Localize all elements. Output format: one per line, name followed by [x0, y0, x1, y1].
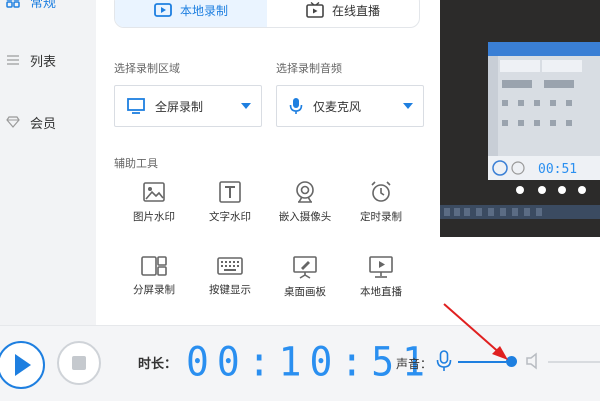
keyboard-icon: [217, 257, 243, 275]
list-icon: [7, 55, 19, 65]
preview-screenshot: 00:51: [440, 42, 600, 219]
speaker-volume-slider[interactable]: [548, 361, 600, 363]
sidebar-item-member[interactable]: 会员: [0, 107, 96, 137]
chevron-down-icon: [241, 103, 251, 109]
monitor-icon: [127, 98, 145, 114]
sidebar: 常规 列表 会员: [0, 0, 96, 325]
tab-local-record[interactable]: 本地录制: [115, 0, 267, 27]
tools-section-label: 辅助工具: [114, 157, 158, 170]
mode-tabs: 本地录制 在线直播: [114, 0, 420, 28]
annotation-arrow: [443, 303, 508, 360]
tool-webcam[interactable]: 嵌入摄像头: [270, 180, 340, 240]
text-watermark-icon: [219, 181, 241, 203]
webcam-icon: [296, 181, 314, 203]
stop-record-button[interactable]: [57, 341, 101, 385]
area-select[interactable]: 全屏录制: [114, 85, 262, 127]
tool-label: 本地直播: [360, 286, 402, 298]
split-screen-icon: [141, 256, 167, 276]
tool-label: 图片水印: [133, 211, 175, 223]
tool-label: 文字水印: [209, 211, 251, 223]
speaker-icon[interactable]: [525, 352, 541, 370]
recording-preview: 00:51: [440, 0, 600, 237]
video-icon: [154, 3, 172, 17]
grid-icon: [6, 0, 20, 8]
sidebar-item-label: 常规: [30, 0, 57, 11]
sidebar-item-list[interactable]: 列表: [0, 45, 96, 75]
main-panel: 本地录制 在线直播 选择录制区域 全屏录制 选择录制音频 仅麦克风 辅助工具 图…: [96, 0, 440, 325]
chevron-down-icon: [403, 103, 413, 109]
alarm-clock-icon: [371, 181, 391, 202]
tool-split-screen[interactable]: 分屏录制: [119, 255, 189, 315]
start-record-button[interactable]: [0, 341, 45, 389]
tool-label: 定时录制: [360, 211, 402, 223]
tool-label: 分屏录制: [133, 284, 175, 296]
svg-text:00:51: 00:51: [538, 162, 577, 177]
sound-label: 声音：: [396, 357, 433, 371]
tool-drawing-board[interactable]: 桌面画板: [270, 255, 340, 315]
diamond-icon: [6, 116, 20, 128]
tab-live-stream[interactable]: 在线直播: [267, 0, 419, 27]
sidebar-item-general[interactable]: 常规: [0, 0, 96, 16]
sidebar-item-label: 列表: [30, 54, 57, 70]
tool-label: 桌面画板: [284, 286, 326, 298]
tab-label: 在线直播: [331, 3, 380, 18]
audio-select-value: 仅麦克风: [313, 99, 362, 114]
image-watermark-icon: [143, 182, 165, 202]
area-select-value: 全屏录制: [155, 99, 204, 114]
tool-text-watermark[interactable]: 文字水印: [195, 180, 265, 240]
tool-label: 按键显示: [209, 284, 251, 296]
tab-label: 本地录制: [179, 3, 228, 18]
tool-image-watermark[interactable]: 图片水印: [119, 180, 189, 240]
drawing-board-icon: [293, 256, 317, 279]
area-section-label: 选择录制区域: [114, 62, 180, 75]
microphone-icon: [289, 98, 303, 114]
tv-icon: [306, 2, 324, 18]
tool-local-live[interactable]: 本地直播: [346, 255, 416, 315]
duration-label: 时长：: [138, 357, 178, 372]
tool-key-display[interactable]: 按键显示: [195, 255, 265, 315]
tool-label: 嵌入摄像头: [278, 211, 332, 223]
monitor-play-icon: [369, 256, 393, 278]
tool-scheduled-record[interactable]: 定时录制: [346, 180, 416, 240]
audio-select[interactable]: 仅麦克风: [276, 85, 424, 127]
audio-section-label: 选择录制音频: [276, 62, 342, 75]
sidebar-item-label: 会员: [30, 116, 57, 132]
